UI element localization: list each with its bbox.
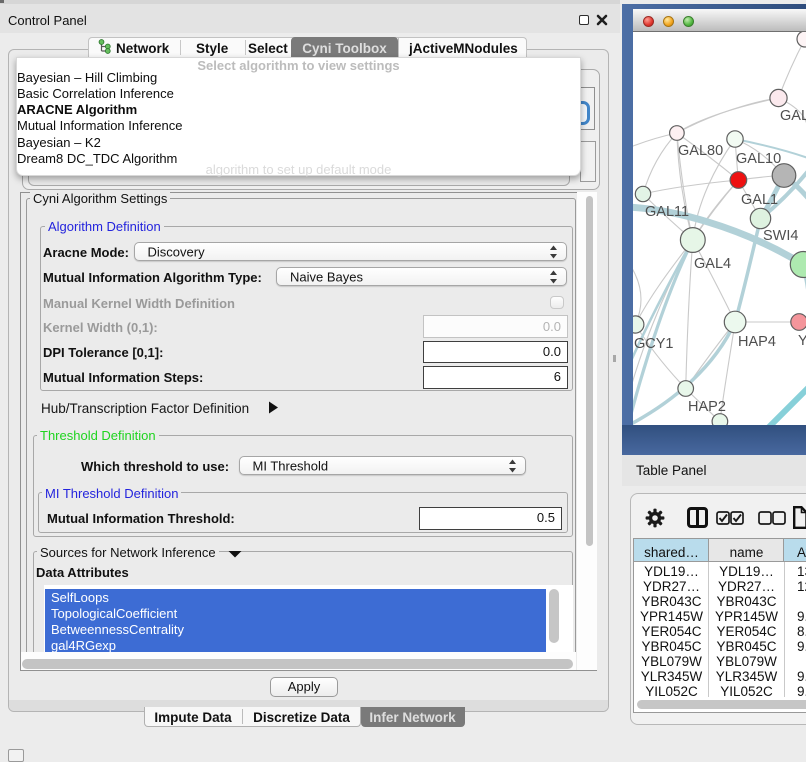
svg-text:SWI4: SWI4	[763, 228, 798, 244]
svg-text:GCY1: GCY1	[634, 336, 674, 352]
svg-text:HAP2: HAP2	[688, 399, 726, 415]
svg-text:GAL10: GAL10	[736, 151, 781, 167]
svg-text:GAL4: GAL4	[694, 256, 731, 272]
svg-text:GAL11: GAL11	[645, 204, 689, 220]
svg-text:GAL1: GAL1	[741, 192, 778, 208]
svg-text:GAL: GAL	[780, 108, 806, 124]
svg-text:HAP4: HAP4	[738, 334, 776, 350]
svg-text:Y: Y	[798, 333, 806, 349]
svg-text:GAL80: GAL80	[678, 143, 723, 159]
